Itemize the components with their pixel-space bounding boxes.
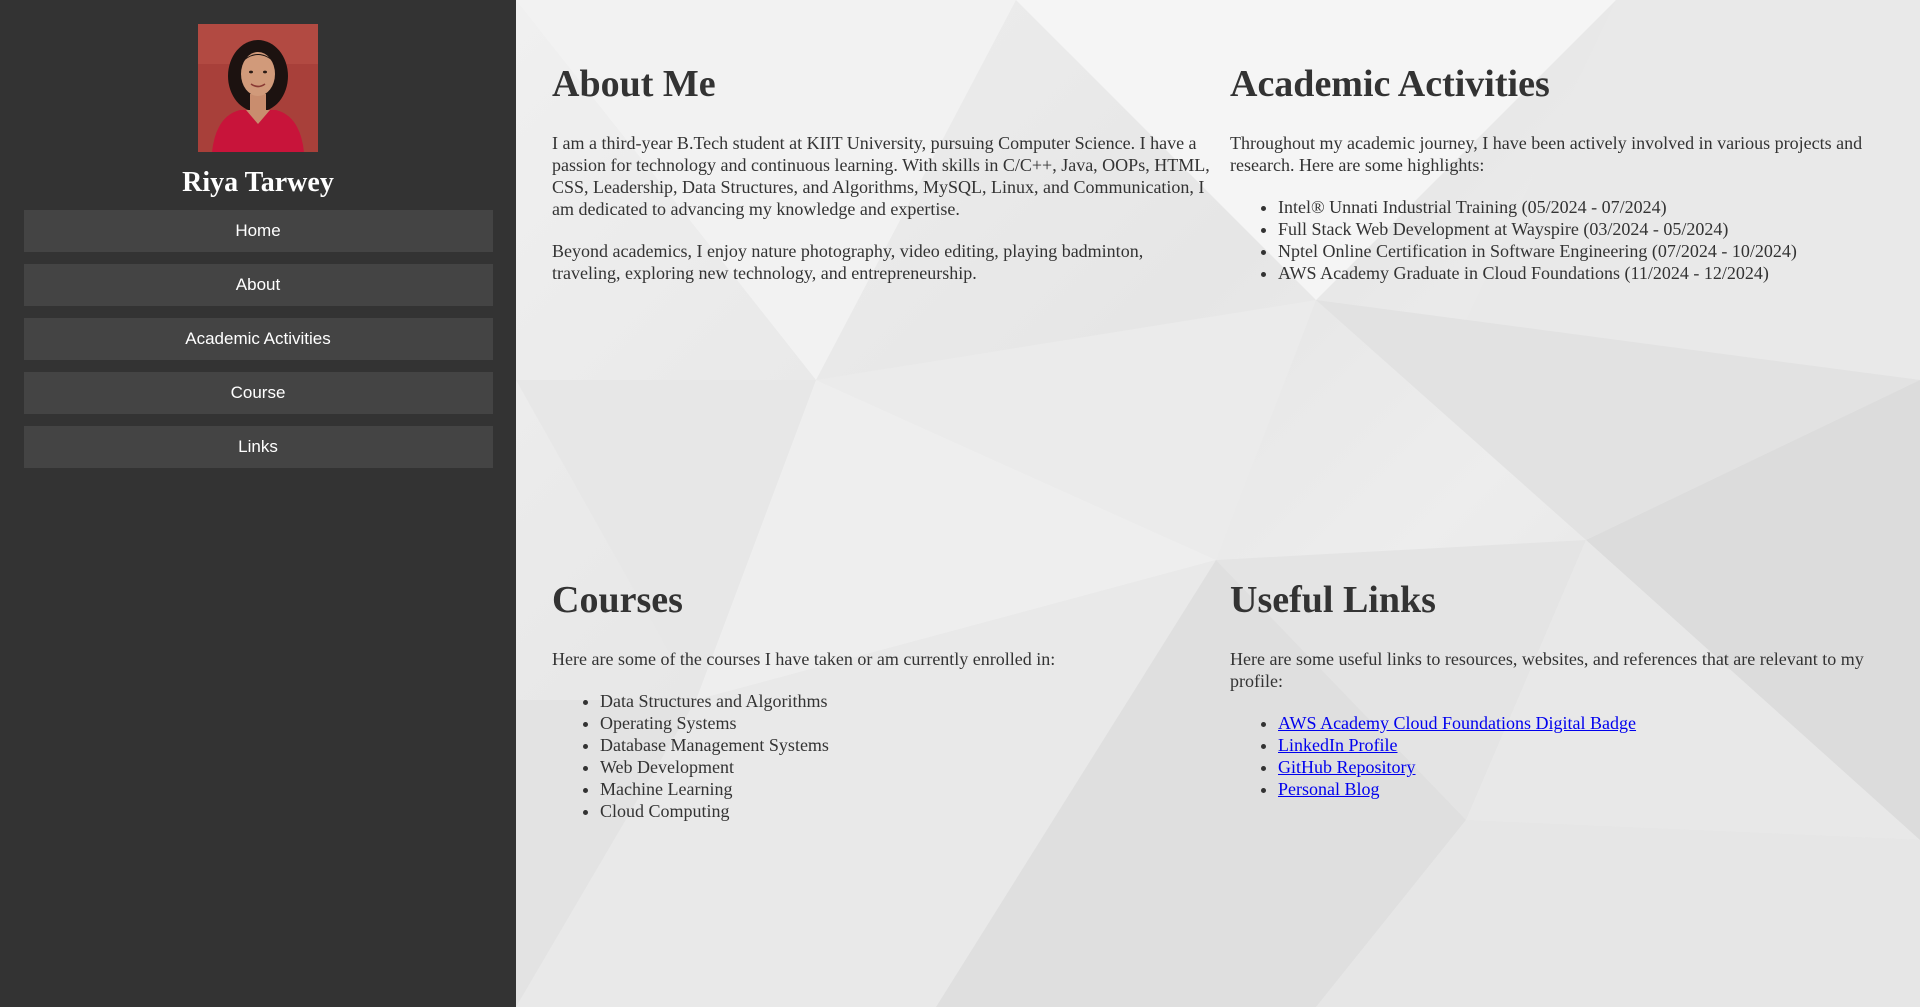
sidebar: Riya Tarwey Home About Academic Activiti… — [0, 0, 516, 1007]
list-item: Database Management Systems — [600, 734, 1212, 756]
sidebar-nav: Home About Academic Activities Course Li… — [23, 210, 493, 480]
nav-item-course[interactable]: Course — [23, 372, 493, 414]
about-section: About Me I am a third-year B.Tech studen… — [552, 62, 1212, 304]
list-item: Machine Learning — [600, 778, 1212, 800]
list-item: GitHub Repository — [1278, 756, 1890, 778]
list-item: Intel® Unnati Industrial Training (05/20… — [1278, 196, 1890, 218]
page: Riya Tarwey Home About Academic Activiti… — [0, 0, 1920, 1007]
courses-list: Data Structures and Algorithms Operating… — [552, 690, 1212, 822]
courses-intro: Here are some of the courses I have take… — [552, 649, 1056, 669]
link-github[interactable]: GitHub Repository — [1278, 757, 1416, 777]
list-item: Full Stack Web Development at Wayspire (… — [1278, 218, 1890, 240]
list-item: Operating Systems — [600, 712, 1212, 734]
avatar — [198, 24, 318, 152]
link-linkedin[interactable]: LinkedIn Profile — [1278, 735, 1397, 755]
list-item: AWS Academy Graduate in Cloud Foundation… — [1278, 262, 1890, 284]
link-aws-badge[interactable]: AWS Academy Cloud Foundations Digital Ba… — [1278, 713, 1636, 733]
links-list: AWS Academy Cloud Foundations Digital Ba… — [1230, 712, 1890, 800]
about-paragraph: Beyond academics, I enjoy nature photogr… — [552, 241, 1144, 283]
list-item: Nptel Online Certification in Software E… — [1278, 240, 1890, 262]
list-item: Personal Blog — [1278, 778, 1890, 800]
academic-list: Intel® Unnati Industrial Training (05/20… — [1230, 196, 1890, 284]
list-item: Data Structures and Algorithms — [600, 690, 1212, 712]
main-content: About Me I am a third-year B.Tech studen… — [516, 0, 1920, 1007]
nav-item-links[interactable]: Links — [23, 426, 493, 468]
about-paragraph: I am a third-year B.Tech student at KIIT… — [552, 133, 1210, 219]
about-title: About Me — [552, 63, 716, 105]
list-item: Cloud Computing — [600, 800, 1212, 822]
link-blog[interactable]: Personal Blog — [1278, 779, 1380, 799]
profile-photo — [198, 24, 318, 152]
list-item: LinkedIn Profile — [1278, 734, 1890, 756]
nav-item-home[interactable]: Home — [23, 210, 493, 252]
list-item: AWS Academy Cloud Foundations Digital Ba… — [1278, 712, 1890, 734]
nav-item-academic-activities[interactable]: Academic Activities — [23, 318, 493, 360]
profile-name: Riya Tarwey — [182, 167, 334, 198]
links-intro: Here are some useful links to resources,… — [1230, 649, 1864, 691]
nav-item-about[interactable]: About — [23, 264, 493, 306]
courses-title: Courses — [552, 579, 683, 621]
links-section: Useful Links Here are some useful links … — [1230, 578, 1890, 800]
academic-intro: Throughout my academic journey, I have b… — [1230, 133, 1863, 175]
academic-section: Academic Activities Throughout my academ… — [1230, 62, 1890, 284]
links-title: Useful Links — [1230, 579, 1436, 621]
courses-section: Courses Here are some of the courses I h… — [552, 578, 1212, 822]
academic-title: Academic Activities — [1230, 63, 1550, 105]
list-item: Web Development — [600, 756, 1212, 778]
